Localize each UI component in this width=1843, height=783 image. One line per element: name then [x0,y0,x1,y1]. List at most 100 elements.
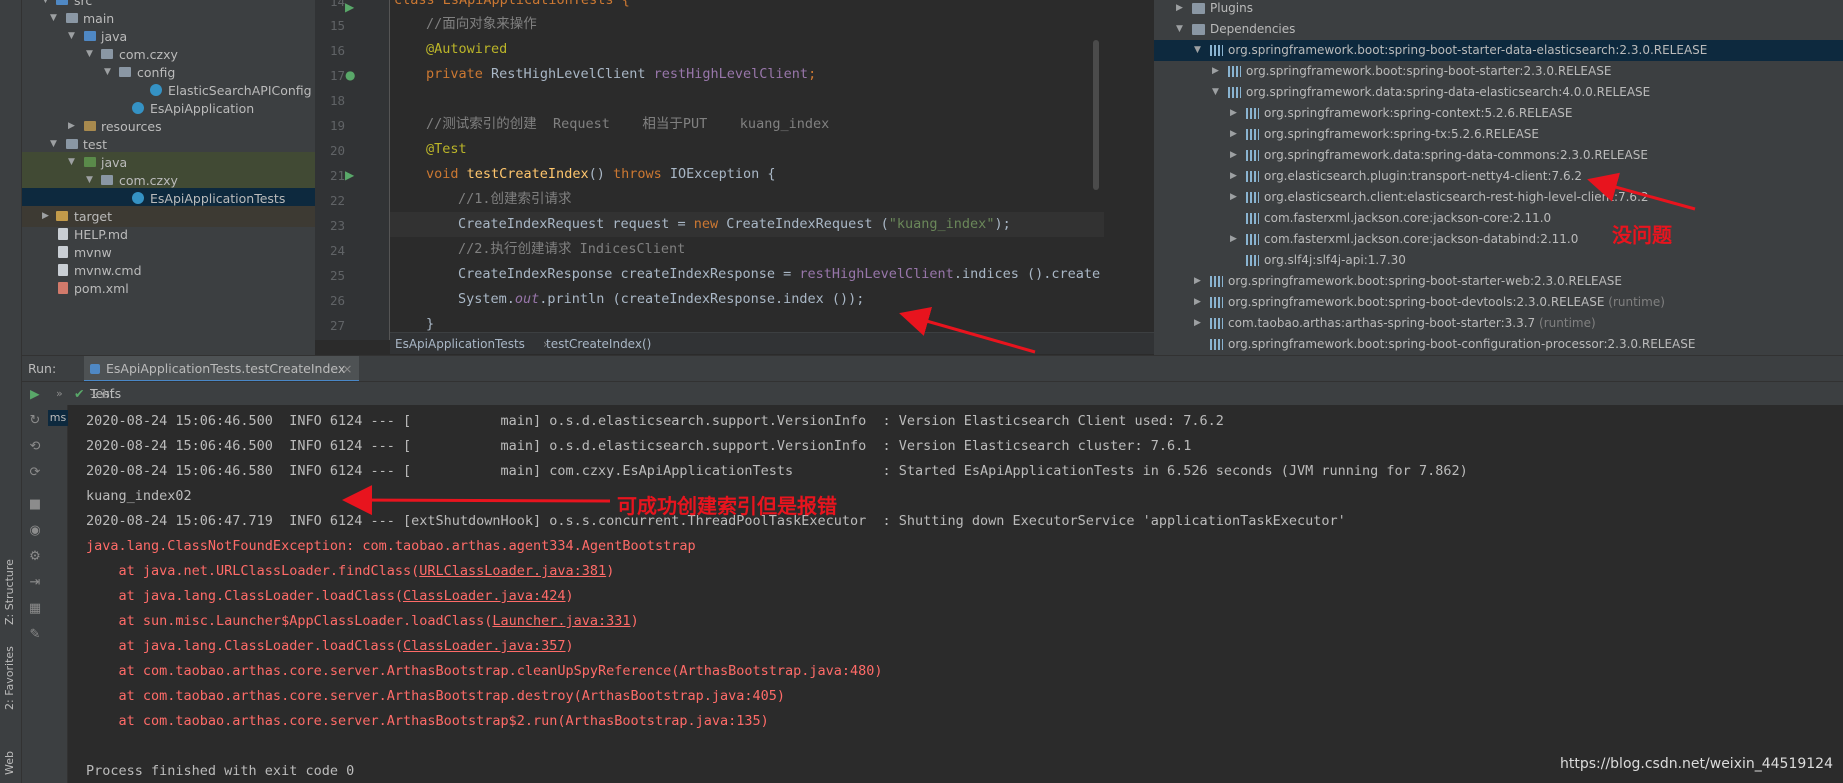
export-icon[interactable]: ⇥ [27,575,43,591]
dep-row-plugins[interactable]: ▶ Plugins [1154,0,1843,19]
line-number: 22 [329,193,345,208]
chevron-right-icon[interactable]: ▶ [1230,166,1237,187]
stack-trace-line: at sun.misc.Launcher$AppClassLoader.load… [86,609,639,633]
class-icon [132,192,144,204]
bean-navigate-icon[interactable]: ● [345,68,361,82]
expand-icon[interactable]: » [56,382,63,406]
structure-tab[interactable]: Z: Structure [3,559,16,625]
stack-source-link[interactable]: URLClassLoader.java:381 [419,563,606,579]
chevron-right-icon[interactable]: ▶ [1194,292,1201,313]
play-icon[interactable]: ▶ [30,382,40,406]
pin-icon[interactable]: ✎ [27,627,43,643]
line-number: 14 [329,0,345,9]
dep-row-spring-data-commons[interactable]: ▶ org.springframework.data:spring-data-c… [1154,145,1843,166]
run-label: Run: [28,361,57,376]
line-number: 16 [329,43,345,58]
run-panel-header: Run: EsApiApplicationTests.testCreateInd… [22,355,1843,382]
library-icon [1246,150,1259,161]
console-output[interactable]: 2020-08-24 15:06:46.500 INFO 6124 --- [ … [69,405,1843,783]
code-line-25: CreateIndexResponse createIndexResponse … [458,262,1104,287]
dep-label: org.springframework.boot:spring-boot-sta… [1228,274,1622,288]
stack-source-link[interactable]: Launcher.java:331 [492,613,630,629]
library-icon [1246,171,1259,182]
dep-row-arthas-starter[interactable]: ▶ com.taobao.arthas:arthas-spring-boot-s… [1154,313,1843,334]
dep-label: org.springframework.boot:spring-boot-dev… [1228,295,1605,309]
settings-icon[interactable]: ⚙ [27,549,43,565]
camera-icon[interactable]: ◉ [27,523,43,539]
dep-row-spring-boot-starter-web[interactable]: ▶ org.springframework.boot:spring-boot-s… [1154,271,1843,292]
test-tree-item[interactable]: ms [48,410,68,426]
folder-icon [1192,24,1205,35]
favorites-tab[interactable]: 2: Favorites [3,646,16,710]
chevron-right-icon[interactable]: ▶ [1230,187,1237,208]
chevron-right-icon[interactable]: ▶ [1194,271,1201,292]
code-line-20: @Test [426,137,467,162]
stop-icon[interactable]: ■ [27,497,43,513]
test-tree-panel [48,405,68,783]
library-icon [1246,108,1259,119]
breadcrumb: EsApiApplicationTests › testCreateIndex(… [390,332,1154,354]
dep-row-spring-context[interactable]: ▶ org.springframework:spring-context:5.2… [1154,103,1843,124]
toggle-auto-test-icon[interactable]: ⟳ [27,465,43,481]
stack-text: ) [630,613,639,629]
chevron-right-icon[interactable]: ▶ [1230,103,1237,124]
close-icon[interactable]: × [342,356,352,382]
dep-row-rest-high-level-client[interactable]: ▶ org.elasticsearch.client:elasticsearch… [1154,187,1843,208]
rerun-icon[interactable]: ↻ [27,413,43,429]
code-keyword: throws [612,166,662,182]
chevron-down-icon[interactable]: ▼ [1194,40,1201,61]
editor-scrollbar[interactable] [1093,40,1099,190]
dep-row-configuration-processor[interactable]: org.springframework.boot:spring-boot-con… [1154,334,1843,355]
code-field: restHighLevelClient [799,266,954,282]
rerun-failed-icon[interactable]: ⟲ [27,439,43,455]
tree-row-pom-xml[interactable]: pom.xml [22,278,315,299]
dep-row-jackson-core[interactable]: com.fasterxml.jackson.core:jackson-core:… [1154,208,1843,229]
dep-label: org.springframework:spring-context:5.2.6… [1264,106,1573,120]
code-text: ); [994,216,1011,232]
code-line-16: @Autowired [426,37,507,62]
web-tab[interactable]: Web [3,751,16,775]
run-test-icon[interactable]: ▶ [345,0,361,14]
chevron-right-icon[interactable]: ▶ [1230,124,1237,145]
dep-row-slf4j-api[interactable]: org.slf4j:slf4j-api:1.7.30 [1154,250,1843,271]
code-comment: //面向对象来操作 [426,16,537,32]
chevron-down-icon[interactable]: ▼ [1212,82,1219,103]
chevron-right-icon[interactable]: ▶ [1194,313,1201,334]
dep-row-transport-netty4-client[interactable]: ▶ org.elasticsearch.plugin:transport-net… [1154,166,1843,187]
test-status-bar: ▶ » ✔ Tests passed: 1 of 1 test – 1 s 10… [22,381,1843,473]
chevron-down-icon[interactable]: ▼ [1176,19,1183,40]
run-test-icon[interactable]: ▶ [345,168,361,182]
stack-text: at java.net.URLClassLoader.findClass( [86,563,420,579]
dep-row-starter-data-elasticsearch[interactable]: ▼ org.springframework.boot:spring-boot-s… [1154,40,1843,61]
stack-source-link[interactable]: ClassLoader.java:357 [403,638,566,654]
chevron-right-icon[interactable]: ▶ [1212,61,1219,82]
stack-trace-line: at com.taobao.arthas.core.server.ArthasB… [86,713,769,729]
stack-text: at java.lang.ClassLoader.loadClass( [86,638,403,654]
line-number: 24 [329,243,345,258]
file-icon [58,228,68,240]
dep-label: org.slf4j:slf4j-api:1.7.30 [1264,253,1406,267]
chevron-right-icon[interactable]: ▶ [1230,229,1237,250]
stack-source-link[interactable]: ClassLoader.java:424 [403,588,566,604]
breadcrumb-class[interactable]: EsApiApplicationTests [395,333,525,355]
dep-row-spring-boot-devtools[interactable]: ▶ org.springframework.boot:spring-boot-d… [1154,292,1843,313]
maven-file-icon [58,282,68,294]
line-number: 18 [329,93,345,108]
watermark: https://blog.csdn.net/weixin_44519124 [1559,756,1833,772]
dep-label: org.elasticsearch.client:elasticsearch-r… [1264,190,1649,204]
code-method-name: testCreateIndex [466,166,589,182]
dep-row-spring-data-elasticsearch[interactable]: ▼ org.springframework.data:spring-data-e… [1154,82,1843,103]
editor-right-gutter [1104,0,1154,340]
dep-row-spring-boot-starter[interactable]: ▶ org.springframework.boot:spring-boot-s… [1154,61,1843,82]
dep-row-spring-tx[interactable]: ▶ org.springframework:spring-tx:5.2.6.RE… [1154,124,1843,145]
chevron-right-icon[interactable]: ▶ [1176,0,1183,19]
dep-label: com.fasterxml.jackson.core:jackson-datab… [1264,232,1579,246]
breadcrumb-method[interactable]: testCreateIndex() [546,333,651,355]
line-number: 23 [329,218,345,233]
chevron-right-icon[interactable]: ▶ [1230,145,1237,166]
dep-row-jackson-databind[interactable]: ▶ com.fasterxml.jackson.core:jackson-dat… [1154,229,1843,250]
code-editor[interactable]: class EsApiApplicationTests { //面向对象来操作 … [390,0,1104,340]
dep-row-dependencies[interactable]: ▼ Dependencies [1154,19,1843,40]
run-tab[interactable]: EsApiApplicationTests.testCreateIndex × [84,356,359,382]
layout-icon[interactable]: ▦ [27,601,43,617]
